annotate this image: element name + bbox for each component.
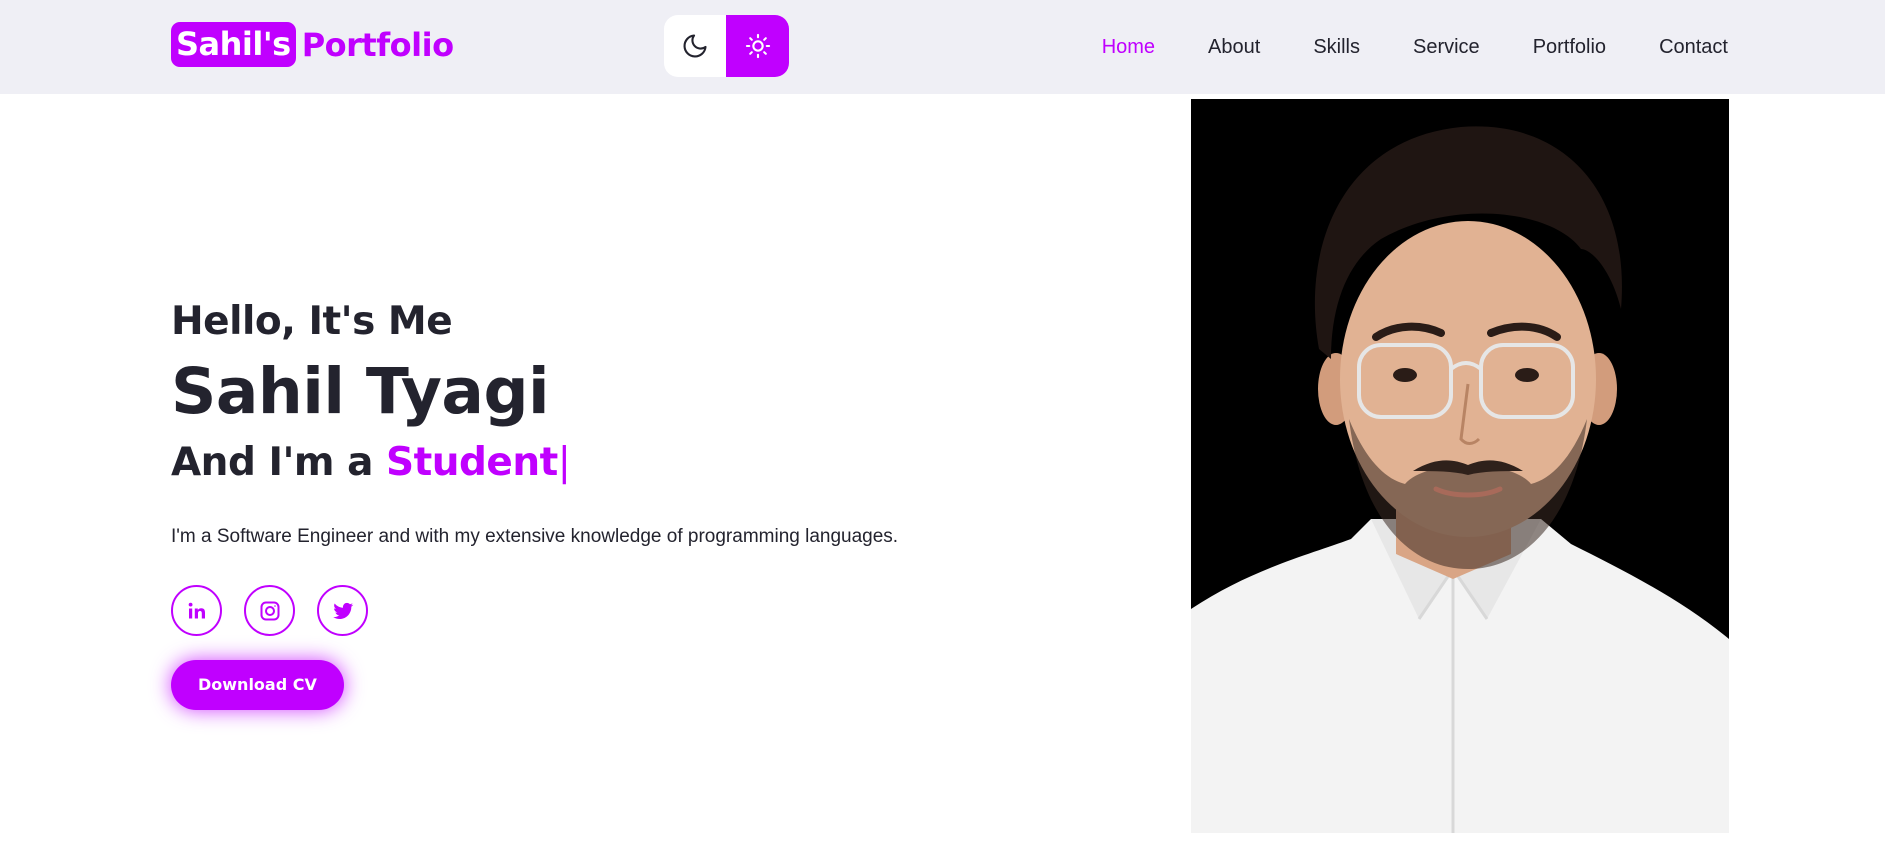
twitter-icon xyxy=(332,602,353,619)
dark-mode-button[interactable] xyxy=(664,15,726,77)
navbar: Sahil's Portfolio Home About Skills Serv… xyxy=(0,0,1885,94)
nav-skills[interactable]: Skills xyxy=(1313,36,1360,59)
linkedin-link[interactable] xyxy=(171,585,222,636)
portrait-illustration xyxy=(1191,126,1729,833)
logo[interactable]: Sahil's Portfolio xyxy=(171,22,454,67)
nav-contact[interactable]: Contact xyxy=(1659,36,1728,59)
nav-menu: Home About Skills Service Portfolio Cont… xyxy=(1102,0,1728,94)
download-cv-button[interactable]: Download CV xyxy=(171,660,344,710)
linkedin-icon xyxy=(188,602,205,618)
nav-service[interactable]: Service xyxy=(1413,36,1480,59)
typing-caret: | xyxy=(557,440,571,485)
sun-icon xyxy=(745,33,770,59)
nav-about[interactable]: About xyxy=(1208,36,1260,59)
instagram-icon xyxy=(260,601,279,620)
logo-badge: Sahil's xyxy=(171,22,296,67)
hero-name: Sahil Tyagi xyxy=(171,355,550,428)
role-prefix: And I'm a xyxy=(171,440,373,485)
role-line: And I'm a Student| xyxy=(171,436,1071,490)
nav-portfolio[interactable]: Portfolio xyxy=(1533,36,1606,59)
instagram-link[interactable] xyxy=(244,585,295,636)
logo-text: Portfolio xyxy=(301,25,454,64)
nav-home[interactable]: Home xyxy=(1102,36,1155,59)
light-mode-button[interactable] xyxy=(726,15,789,77)
greeting: Hello, It's Me xyxy=(171,299,453,344)
moon-icon xyxy=(683,34,707,58)
social-links xyxy=(171,585,1071,636)
twitter-link[interactable] xyxy=(317,585,368,636)
hero-description: I'm a Software Engineer and with my exte… xyxy=(171,526,899,547)
profile-photo xyxy=(1191,99,1729,833)
role-highlight: Student xyxy=(386,440,558,485)
theme-toggle xyxy=(664,15,789,77)
hero-content: Hello, It's Me Sahil Tyagi And I'm a Stu… xyxy=(171,296,1071,710)
